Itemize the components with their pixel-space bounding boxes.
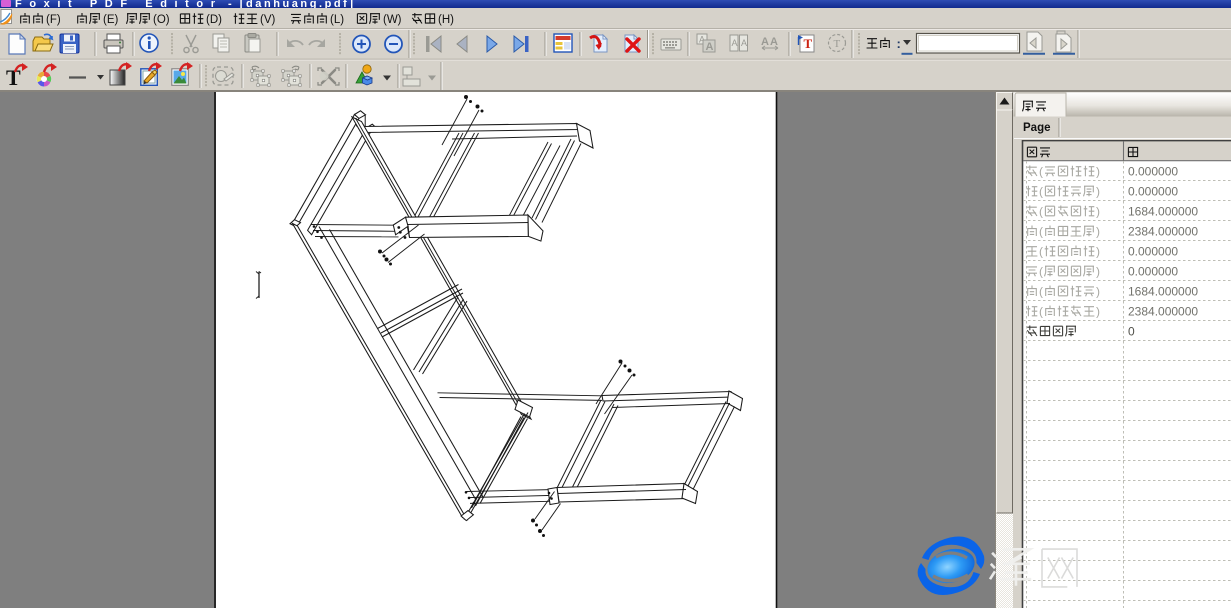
svg-text:(: ( (1039, 205, 1043, 219)
svg-text:): ) (1096, 265, 1100, 279)
svg-text:Page: Page (1023, 122, 1051, 134)
svg-text:): ) (1096, 225, 1100, 239)
svg-text:0.000000: 0.000000 (1128, 265, 1178, 279)
svg-text:(W): (W) (383, 14, 402, 26)
svg-text:T: T (804, 36, 813, 51)
svg-text:(: ( (1039, 305, 1043, 319)
svg-text:(D): (D) (206, 14, 222, 26)
svg-text:2384.000000: 2384.000000 (1128, 305, 1198, 319)
svg-text:1684.000000: 1684.000000 (1128, 285, 1198, 299)
svg-text:1684.000000: 1684.000000 (1128, 205, 1198, 219)
svg-text:T: T (6, 65, 21, 90)
svg-text:(: ( (1039, 185, 1043, 199)
svg-text:A: A (732, 38, 738, 48)
svg-text:0.000000: 0.000000 (1128, 185, 1178, 199)
svg-text:): ) (1096, 245, 1100, 259)
svg-text:): ) (1096, 185, 1100, 199)
svg-text:2384.000000: 2384.000000 (1128, 225, 1198, 239)
svg-text:(H): (H) (438, 14, 454, 26)
svg-text:): ) (1096, 285, 1100, 299)
svg-text:): ) (1096, 305, 1100, 319)
svg-text:(F): (F) (46, 14, 61, 26)
svg-text:A: A (741, 38, 747, 48)
svg-text:(: ( (1039, 245, 1043, 259)
svg-text:): ) (1096, 165, 1100, 179)
svg-text:(: ( (1039, 225, 1043, 239)
svg-text:A: A (706, 41, 714, 53)
svg-text:): ) (1096, 205, 1100, 219)
svg-text:(: ( (1039, 285, 1043, 299)
svg-text::: : (897, 36, 901, 51)
svg-text:(: ( (1039, 265, 1043, 279)
svg-text:(: ( (1039, 165, 1043, 179)
svg-text:(O): (O) (153, 14, 170, 26)
svg-text:(L): (L) (330, 14, 344, 26)
svg-text:A: A (770, 36, 778, 48)
svg-text:0: 0 (1128, 325, 1135, 339)
svg-text:(E): (E) (103, 14, 119, 26)
svg-text:(V): (V) (260, 14, 276, 26)
svg-text:0.000000: 0.000000 (1128, 165, 1178, 179)
svg-text:0.000000: 0.000000 (1128, 245, 1178, 259)
svg-text:T: T (834, 38, 841, 50)
